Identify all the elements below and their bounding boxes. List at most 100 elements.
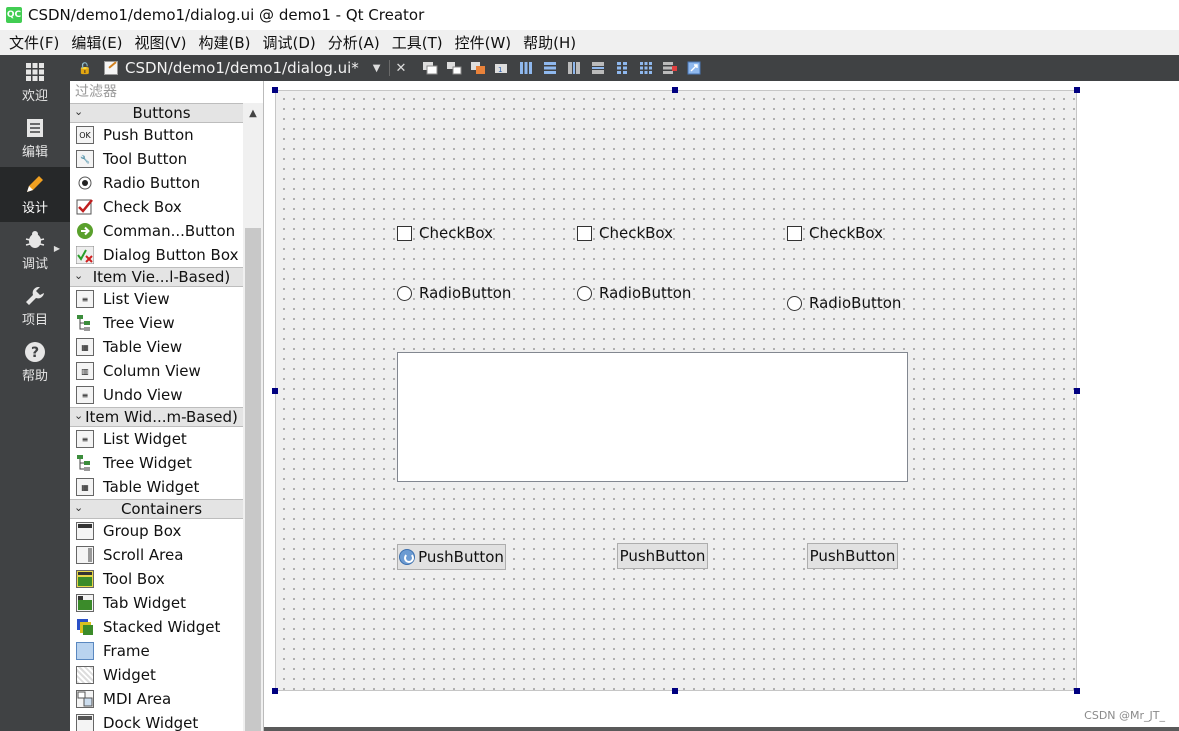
push-button-label: PushButton xyxy=(809,547,896,565)
widget-item-frame[interactable]: Frame xyxy=(70,639,243,663)
widget-item-undo-view[interactable]: ≡ Undo View xyxy=(70,383,243,407)
wrench-icon xyxy=(24,285,46,307)
form-radio-button[interactable]: RadioButton xyxy=(787,294,901,312)
menu-edit[interactable]: 编辑(E) xyxy=(65,32,128,53)
radio-label: RadioButton xyxy=(599,284,692,302)
filter-input[interactable] xyxy=(70,81,263,103)
mode-debug[interactable]: 调试 ▶ xyxy=(0,223,70,278)
document-name[interactable]: CSDN/demo1/demo1/dialog.ui* xyxy=(125,59,359,77)
widget-item-table-widget[interactable]: ▦ Table Widget xyxy=(70,475,243,499)
mode-welcome[interactable]: 欢迎 xyxy=(0,55,70,110)
widget-item-table-view[interactable]: ▦ Table View xyxy=(70,335,243,359)
layout-horizontal-splitter-icon[interactable] xyxy=(564,59,584,77)
close-icon[interactable]: ✕ xyxy=(396,61,407,76)
text-edit[interactable] xyxy=(397,352,908,482)
widget-item-scroll-area[interactable]: Scroll Area xyxy=(70,543,243,567)
menu-help[interactable]: 帮助(H) xyxy=(517,32,582,53)
form-checkbox[interactable]: CheckBox xyxy=(787,224,883,242)
tool-button-icon: 🔧 xyxy=(76,150,94,168)
widget-item-label: Column View xyxy=(103,362,201,380)
widget-item-list-view[interactable]: ≡ List View xyxy=(70,287,243,311)
form-radio-button[interactable]: RadioButton xyxy=(577,284,691,302)
resize-handle[interactable] xyxy=(1074,688,1080,694)
editor-toolbar: 🔓 CSDN/demo1/demo1/dialog.ui* ▼ ✕ 1 xyxy=(70,55,1179,81)
resize-handle[interactable] xyxy=(272,87,278,93)
edit-signals-icon[interactable] xyxy=(444,59,464,77)
widget-box-scrollbar[interactable]: ▲ xyxy=(243,103,263,731)
form-push-button[interactable]: PushButton xyxy=(397,544,506,570)
mode-design[interactable]: 设计 xyxy=(0,167,70,222)
checkbox-indicator xyxy=(577,225,592,241)
lock-icon[interactable]: 🔓 xyxy=(78,62,92,75)
mode-edit[interactable]: 编辑 xyxy=(0,111,70,166)
scroll-area-icon xyxy=(76,546,94,564)
form-radio-button[interactable]: RadioButton xyxy=(397,284,511,302)
menu-debug[interactable]: 调试(D) xyxy=(257,32,322,53)
menu-widgets[interactable]: 控件(W) xyxy=(449,32,518,53)
resize-handle[interactable] xyxy=(672,87,678,93)
widget-item-tool-box[interactable]: Tool Box xyxy=(70,567,243,591)
resize-handle[interactable] xyxy=(272,388,278,394)
resize-handle[interactable] xyxy=(1074,87,1080,93)
widget-item-widget[interactable]: Widget xyxy=(70,663,243,687)
widget-item-command-link-button[interactable]: Comman...Button xyxy=(70,219,243,243)
resize-handle[interactable] xyxy=(672,688,678,694)
chevron-down-icon[interactable]: ▼ xyxy=(373,63,381,74)
chevron-down-icon: ⌄ xyxy=(74,409,84,422)
category-containers[interactable]: ⌄ Containers xyxy=(70,499,243,519)
layout-vertical-splitter-icon[interactable] xyxy=(588,59,608,77)
menu-build[interactable]: 构建(B) xyxy=(193,32,257,53)
widget-item-check-box[interactable]: Check Box xyxy=(70,195,243,219)
widget-item-list-widget[interactable]: ≡ List Widget xyxy=(70,427,243,451)
resize-handle[interactable] xyxy=(1074,388,1080,394)
widget-item-radio-button[interactable]: Radio Button xyxy=(70,171,243,195)
break-layout-icon[interactable] xyxy=(660,59,680,77)
form-push-button[interactable]: PushButton xyxy=(617,543,708,569)
widget-item-label: Check Box xyxy=(103,198,182,216)
widget-item-stacked-widget[interactable]: Stacked Widget xyxy=(70,615,243,639)
category-item-views[interactable]: ⌄ Item Vie...l-Based) xyxy=(70,267,243,287)
edit-widgets-icon[interactable] xyxy=(420,59,440,77)
scrollbar-thumb[interactable] xyxy=(245,228,261,731)
layout-horizontal-icon[interactable] xyxy=(516,59,536,77)
form-checkbox[interactable]: CheckBox xyxy=(397,224,493,242)
widget-item-group-box[interactable]: Group Box xyxy=(70,519,243,543)
edit-buddies-icon[interactable] xyxy=(468,59,488,77)
check-box-icon xyxy=(76,198,94,216)
layout-form-icon[interactable] xyxy=(612,59,632,77)
widget-item-tab-widget[interactable]: Tab Widget xyxy=(70,591,243,615)
category-buttons[interactable]: ⌄ Buttons xyxy=(70,103,243,123)
widget-item-tree-widget[interactable]: Tree Widget xyxy=(70,451,243,475)
menu-tools[interactable]: 工具(T) xyxy=(386,32,449,53)
resize-handle[interactable] xyxy=(272,688,278,694)
form-push-button[interactable]: PushButton xyxy=(807,543,898,569)
radio-indicator xyxy=(577,285,592,301)
mode-projects[interactable]: 项目 xyxy=(0,279,70,334)
menu-view[interactable]: 视图(V) xyxy=(129,32,193,53)
widget-item-dock-widget[interactable]: Dock Widget xyxy=(70,711,243,731)
chevron-up-icon[interactable]: ▲ xyxy=(243,103,263,123)
menu-file[interactable]: 文件(F) xyxy=(3,32,65,53)
svg-text:1: 1 xyxy=(498,66,502,74)
form-editor-canvas: CheckBox CheckBox CheckBox RadioButton R… xyxy=(263,81,1179,731)
layout-vertical-icon[interactable] xyxy=(540,59,560,77)
form-checkbox[interactable]: CheckBox xyxy=(577,224,673,242)
help-icon: ? xyxy=(24,341,46,363)
mode-label: 帮助 xyxy=(21,369,48,384)
mode-help[interactable]: ? 帮助 xyxy=(0,335,70,390)
bottom-bar xyxy=(264,727,1179,731)
menu-analyze[interactable]: 分析(A) xyxy=(322,32,386,53)
adjust-size-icon[interactable] xyxy=(684,59,704,77)
widget-item-tree-view[interactable]: Tree View xyxy=(70,311,243,335)
edit-tab-order-icon[interactable]: 1 xyxy=(492,59,512,77)
widget-item-dialog-button-box[interactable]: Dialog Button Box xyxy=(70,243,243,267)
widget-item-column-view[interactable]: ▥ Column View xyxy=(70,359,243,383)
widget-item-mdi-area[interactable]: MDI Area xyxy=(70,687,243,711)
chevron-down-icon: ⌄ xyxy=(74,269,84,282)
layout-grid-icon[interactable] xyxy=(636,59,656,77)
dialog-form[interactable]: CheckBox CheckBox CheckBox RadioButton R… xyxy=(275,90,1077,691)
widget-item-tool-button[interactable]: 🔧 Tool Button xyxy=(70,147,243,171)
category-item-widgets[interactable]: ⌄ Item Wid...m-Based) xyxy=(70,407,243,427)
widget-item-push-button[interactable]: OK Push Button xyxy=(70,123,243,147)
checkbox-indicator xyxy=(397,225,412,241)
